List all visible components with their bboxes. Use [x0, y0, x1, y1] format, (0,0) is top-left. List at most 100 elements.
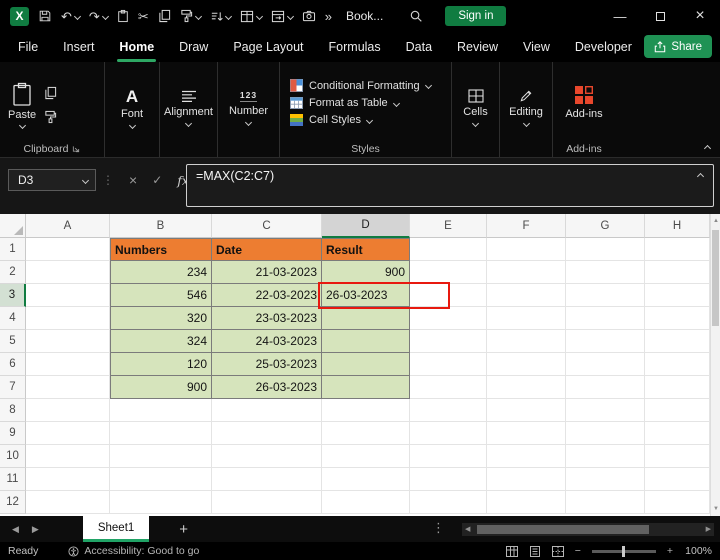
menu-tab-file[interactable]: File [16, 32, 40, 62]
name-box[interactable]: D3 [8, 169, 96, 191]
cell-c10[interactable] [212, 445, 322, 468]
cell-e7[interactable] [410, 376, 487, 399]
row-header-1[interactable]: 1 [0, 238, 26, 261]
cut-icon[interactable]: ✂ [138, 10, 149, 23]
cancel-icon[interactable]: × [129, 173, 137, 187]
cell-c7[interactable]: 26-03-2023 [212, 376, 322, 399]
cell-f5[interactable] [487, 330, 566, 353]
row-header-9[interactable]: 9 [0, 422, 26, 445]
alignment-dropdown-icon[interactable] [185, 119, 192, 126]
cell-d4[interactable] [322, 307, 410, 330]
save-icon[interactable] [38, 9, 52, 23]
cell-f8[interactable] [487, 399, 566, 422]
cell-d11[interactable] [322, 468, 410, 491]
cell-d9[interactable] [322, 422, 410, 445]
camera-icon[interactable] [302, 10, 316, 22]
sort-dropdown-icon[interactable] [225, 12, 232, 19]
cell-f9[interactable] [487, 422, 566, 445]
cell-c9[interactable] [212, 422, 322, 445]
vertical-scrollbar-thumb[interactable] [712, 230, 719, 326]
clipboard-dialog-launcher-icon[interactable] [72, 145, 80, 153]
format-painter-small-icon[interactable] [44, 110, 57, 124]
undo-dropdown-icon[interactable] [74, 12, 81, 19]
column-header-c[interactable]: C [212, 214, 322, 238]
cell-b5[interactable]: 324 [110, 330, 212, 353]
zoom-slider[interactable] [592, 550, 656, 553]
cell-e11[interactable] [410, 468, 487, 491]
cell-e6[interactable] [410, 353, 487, 376]
cell-b12[interactable] [110, 491, 212, 514]
maximize-button[interactable] [640, 0, 680, 32]
column-header-f[interactable]: F [487, 214, 566, 238]
cell-f11[interactable] [487, 468, 566, 491]
column-header-g[interactable]: G [566, 214, 645, 238]
merge-center-button[interactable] [271, 10, 293, 23]
cell-c5[interactable]: 24-03-2023 [212, 330, 322, 353]
cell-a4[interactable] [26, 307, 110, 330]
cell-d7[interactable] [322, 376, 410, 399]
conditional-formatting-button[interactable]: Conditional Formatting [290, 79, 443, 92]
select-all-button[interactable] [0, 214, 26, 238]
cell-e12[interactable] [410, 491, 487, 514]
cell-a6[interactable] [26, 353, 110, 376]
cell-c12[interactable] [212, 491, 322, 514]
font-group-button[interactable]: A Font [105, 62, 159, 157]
cell-f12[interactable] [487, 491, 566, 514]
cell-a11[interactable] [26, 468, 110, 491]
cell-c2[interactable]: 21-03-2023 [212, 261, 322, 284]
name-box-dropdown-icon[interactable] [82, 176, 89, 183]
column-header-h[interactable]: H [645, 214, 710, 238]
collapse-formula-bar-icon[interactable] [697, 173, 704, 180]
cell-e8[interactable] [410, 399, 487, 422]
cell-a7[interactable] [26, 376, 110, 399]
scroll-up-icon[interactable]: ▲ [711, 218, 720, 224]
cell-c1[interactable]: Date [212, 238, 322, 261]
cell-f4[interactable] [487, 307, 566, 330]
cell-h1[interactable] [645, 238, 710, 261]
formula-input[interactable]: =MAX(C2:C7) [186, 164, 714, 207]
cell-c8[interactable] [212, 399, 322, 422]
cell-f7[interactable] [487, 376, 566, 399]
cell-g3[interactable] [566, 284, 645, 307]
number-group-button[interactable]: 123 Number [218, 62, 279, 157]
horizontal-scrollbar[interactable]: ◀ ▶ [462, 523, 714, 536]
paste-button[interactable]: Paste [8, 68, 36, 141]
table-button[interactable] [240, 10, 262, 23]
row-header-12[interactable]: 12 [0, 491, 26, 514]
row-header-10[interactable]: 10 [0, 445, 26, 468]
cells-group-button[interactable]: Cells [452, 62, 499, 157]
conditional-formatting-dropdown-icon[interactable] [425, 82, 432, 89]
paste-clipboard-icon[interactable] [117, 9, 129, 23]
column-header-e[interactable]: E [410, 214, 487, 238]
cell-g1[interactable] [566, 238, 645, 261]
cell-b2[interactable]: 234 [110, 261, 212, 284]
table-dropdown-icon[interactable] [256, 12, 263, 19]
alignment-group-button[interactable]: Alignment [160, 62, 217, 157]
cell-e2[interactable] [410, 261, 487, 284]
cell-b9[interactable] [110, 422, 212, 445]
cell-d6[interactable] [322, 353, 410, 376]
cell-b7[interactable]: 900 [110, 376, 212, 399]
column-header-a[interactable]: A [26, 214, 110, 238]
page-layout-view-icon[interactable] [529, 546, 541, 557]
row-header-11[interactable]: 11 [0, 468, 26, 491]
cell-g9[interactable] [566, 422, 645, 445]
share-button[interactable]: Share [644, 35, 712, 58]
page-break-preview-icon[interactable] [552, 546, 564, 557]
menu-tab-view[interactable]: View [521, 32, 552, 62]
cell-d1[interactable]: Result [322, 238, 410, 261]
cell-e1[interactable] [410, 238, 487, 261]
cell-g11[interactable] [566, 468, 645, 491]
cell-a1[interactable] [26, 238, 110, 261]
zoom-out-icon[interactable]: − [575, 545, 581, 557]
cell-h10[interactable] [645, 445, 710, 468]
cell-b1[interactable]: Numbers [110, 238, 212, 261]
cell-h12[interactable] [645, 491, 710, 514]
cell-g12[interactable] [566, 491, 645, 514]
cell-e4[interactable] [410, 307, 487, 330]
cell-a5[interactable] [26, 330, 110, 353]
menu-tab-developer[interactable]: Developer [573, 32, 634, 62]
scroll-left-icon[interactable]: ◀ [465, 526, 470, 533]
cell-f2[interactable] [487, 261, 566, 284]
cell-g5[interactable] [566, 330, 645, 353]
